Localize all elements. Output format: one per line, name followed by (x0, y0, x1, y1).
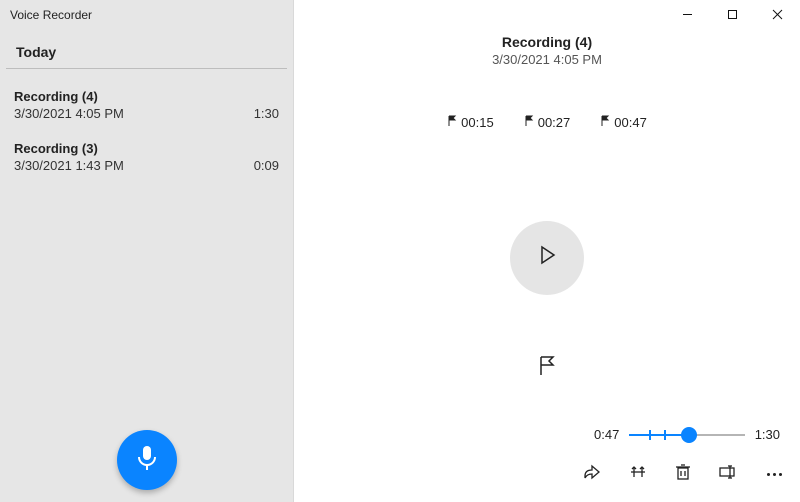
app-title: Voice Recorder (0, 0, 293, 26)
maximize-button[interactable] (710, 0, 755, 30)
marker-item[interactable]: 00:27 (524, 115, 571, 130)
list-item[interactable]: Recording (4) 3/30/2021 4:05 PM 1:30 (0, 79, 293, 131)
play-area (294, 130, 800, 502)
minimize-button[interactable] (665, 0, 710, 30)
trim-icon (629, 464, 647, 485)
rename-icon (719, 465, 739, 484)
section-header-today: Today (6, 26, 287, 69)
markers-row: 00:15 00:27 00:47 (294, 115, 800, 130)
maximize-icon (727, 8, 738, 23)
marker-time: 00:15 (461, 115, 494, 130)
bottom-toolbar (583, 463, 782, 486)
recording-duration: 1:30 (254, 106, 279, 121)
list-item[interactable]: Recording (3) 3/30/2021 1:43 PM 0:09 (0, 131, 293, 183)
recording-duration: 0:09 (254, 158, 279, 173)
add-marker-button[interactable] (537, 355, 557, 382)
marker-item[interactable]: 00:47 (600, 115, 647, 130)
sidebar: Voice Recorder Today Recording (4) 3/30/… (0, 0, 294, 502)
recording-title: Recording (4) (14, 89, 279, 104)
trim-button[interactable] (629, 464, 647, 485)
timeline-track[interactable] (629, 428, 744, 442)
more-icon (767, 473, 782, 476)
timeline: 0:47 1:30 (594, 427, 780, 442)
flag-icon (537, 364, 557, 381)
flag-icon (447, 115, 457, 130)
recording-title: Recording (3) (14, 141, 279, 156)
recording-date: 3/30/2021 1:43 PM (14, 158, 124, 173)
more-button[interactable] (767, 473, 782, 476)
trash-icon (675, 463, 691, 486)
app-root: Voice Recorder Today Recording (4) 3/30/… (0, 0, 800, 502)
mic-icon (136, 444, 158, 477)
recording-title: Recording (4) (294, 34, 800, 50)
marker-time: 00:27 (538, 115, 571, 130)
recording-header: Recording (4) 3/30/2021 4:05 PM (294, 34, 800, 67)
main-panel: Recording (4) 3/30/2021 4:05 PM 00:15 00… (294, 0, 800, 502)
share-icon (583, 464, 601, 485)
marker-item[interactable]: 00:15 (447, 115, 494, 130)
delete-button[interactable] (675, 463, 691, 486)
timeline-thumb[interactable] (681, 427, 697, 443)
rename-button[interactable] (719, 465, 739, 484)
play-button[interactable] (510, 221, 584, 295)
close-icon (772, 8, 783, 23)
play-icon (534, 242, 560, 273)
recording-date: 3/30/2021 4:05 PM (14, 106, 124, 121)
flag-icon (600, 115, 610, 130)
timeline-current: 0:47 (594, 427, 619, 442)
recording-date: 3/30/2021 4:05 PM (294, 52, 800, 67)
flag-icon (524, 115, 534, 130)
share-button[interactable] (583, 464, 601, 485)
close-button[interactable] (755, 0, 800, 30)
minimize-icon (682, 8, 693, 23)
timeline-total: 1:30 (755, 427, 780, 442)
marker-time: 00:47 (614, 115, 647, 130)
record-button[interactable] (117, 430, 177, 490)
window-controls (665, 0, 800, 30)
